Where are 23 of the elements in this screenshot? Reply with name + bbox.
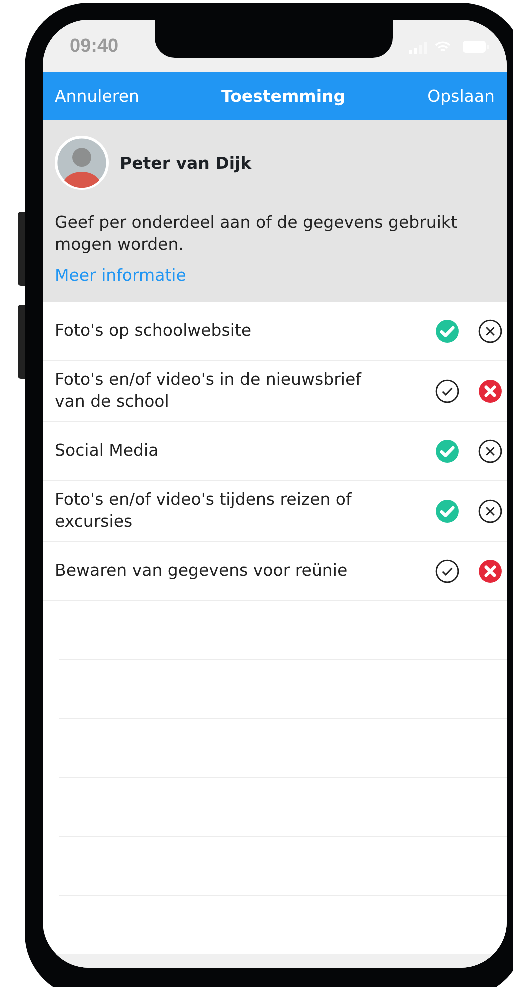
cross-outline-icon[interactable]: [478, 498, 503, 524]
consent-item-label: Foto's op schoolwebsite: [55, 320, 253, 342]
status-time: 09:40: [70, 36, 119, 58]
consent-item-label: Bewaren van gegevens voor reünie: [55, 560, 349, 582]
check-filled-icon[interactable]: [435, 498, 460, 524]
check-filled-icon[interactable]: [435, 438, 460, 464]
intro-text: Geef per onderdeel aan of de gegevens gebruikt mogen worden.: [55, 212, 458, 256]
consent-item-label: Social Media: [55, 440, 160, 462]
check-outline-icon[interactable]: [435, 558, 460, 584]
cross-filled-icon[interactable]: [478, 558, 503, 584]
avatar-icon: [55, 136, 109, 190]
screen-title: Toestemming: [222, 86, 346, 106]
cancel-button[interactable]: Annuleren: [55, 86, 140, 106]
more-info-link[interactable]: Meer informatie: [55, 266, 186, 285]
cross-filled-icon[interactable]: [478, 378, 503, 404]
profile-name: Peter van Dijk: [120, 154, 252, 172]
consent-item-label: Foto's en/of video's tijdens reizen of excursies: [55, 489, 354, 533]
save-button[interactable]: Opslaan: [428, 86, 495, 106]
consent-item-label: Foto's en/of video's in de nieuwsbrief van de school: [55, 369, 363, 413]
cross-outline-icon[interactable]: [478, 438, 503, 464]
cross-outline-icon[interactable]: [478, 318, 503, 344]
check-outline-icon[interactable]: [435, 378, 460, 404]
check-filled-icon[interactable]: [435, 318, 460, 344]
